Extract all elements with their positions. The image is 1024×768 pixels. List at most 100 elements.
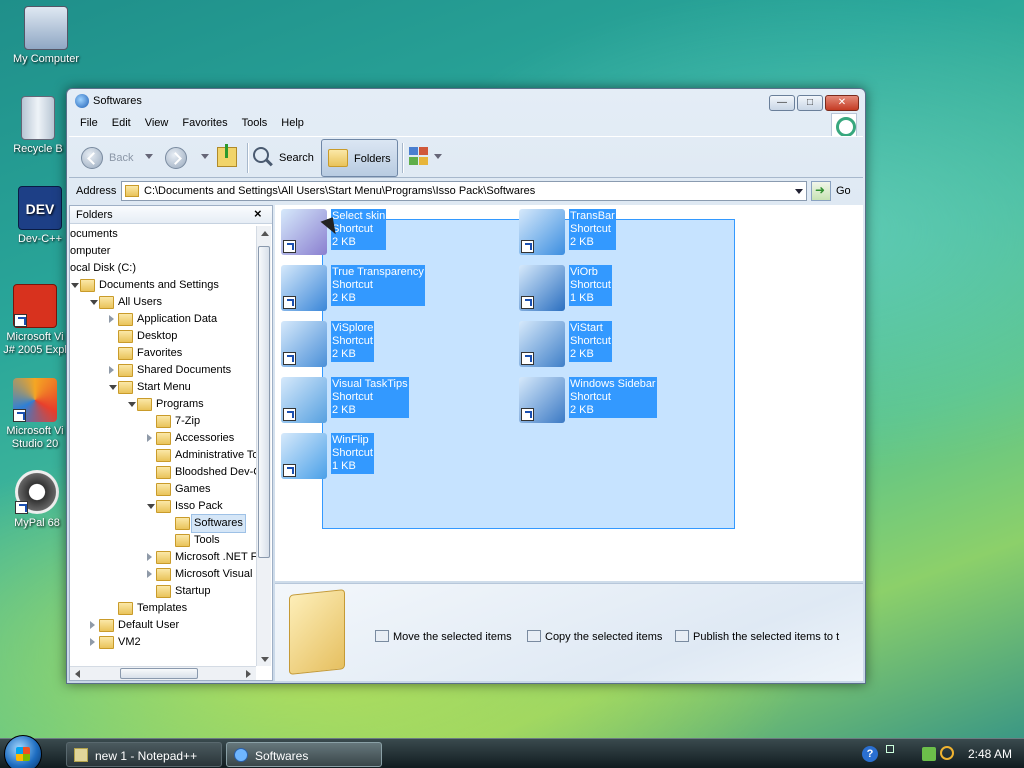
help-icon[interactable]: ? bbox=[862, 746, 878, 762]
title-bar[interactable]: Softwares — □ ✕ bbox=[67, 89, 865, 113]
file-item[interactable]: Visual TaskTips Shortcut 2 KB bbox=[281, 377, 511, 429]
search-tray-icon[interactable] bbox=[940, 746, 954, 760]
tree-node[interactable]: ocuments bbox=[70, 226, 256, 243]
desktop-icon-label: Recycle B bbox=[13, 143, 63, 155]
file-item[interactable]: ViStart Shortcut 2 KB bbox=[519, 321, 749, 373]
views-icon[interactable] bbox=[409, 147, 431, 167]
file-item[interactable]: True Transparency Shortcut 2 KB bbox=[281, 265, 511, 317]
file-item[interactable]: ViSplore Shortcut 2 KB bbox=[281, 321, 511, 373]
scroll-left-icon[interactable] bbox=[75, 670, 80, 678]
search-icon[interactable] bbox=[253, 147, 269, 163]
collapse-icon[interactable] bbox=[109, 385, 117, 390]
tree-node[interactable]: Favorites bbox=[70, 345, 256, 362]
scroll-up-icon[interactable] bbox=[261, 231, 269, 236]
scroll-thumb[interactable] bbox=[120, 668, 198, 679]
taskbar-button-softwares[interactable]: Softwares bbox=[226, 742, 382, 767]
desktop-icon-visual-studio[interactable]: Microsoft Vi Studio 20 bbox=[2, 378, 68, 451]
tree-node[interactable]: Application Data bbox=[70, 311, 256, 328]
move-items-task[interactable]: Move the selected items bbox=[375, 630, 512, 643]
tree-node[interactable]: Microsoft Visual St bbox=[70, 566, 256, 583]
menu-view[interactable]: View bbox=[138, 113, 176, 129]
tree-node[interactable]: omputer bbox=[70, 243, 256, 260]
desktop-icon-mypal[interactable]: MyPal 68 bbox=[4, 470, 70, 530]
tree-node[interactable]: Shared Documents bbox=[70, 362, 256, 379]
desktop-icon-vjsharp[interactable]: Microsoft Vi J# 2005 Expl bbox=[2, 284, 68, 357]
menu-edit[interactable]: Edit bbox=[105, 113, 138, 129]
tree-node[interactable]: Tools bbox=[70, 532, 256, 549]
close-button[interactable]: ✕ bbox=[825, 95, 859, 111]
file-item[interactable]: Windows Sidebar Shortcut 2 KB bbox=[519, 377, 749, 429]
expand-icon[interactable] bbox=[147, 434, 152, 442]
file-item[interactable]: TransBar Shortcut 2 KB bbox=[519, 209, 749, 261]
tree-node[interactable]: 7-Zip bbox=[70, 413, 256, 430]
tree-node[interactable]: Accessories bbox=[70, 430, 256, 447]
tree-node[interactable]: VM2 bbox=[70, 634, 256, 651]
tree-node[interactable]: Isso Pack bbox=[70, 498, 256, 515]
menu-tools[interactable]: Tools bbox=[235, 113, 275, 129]
tree-node[interactable]: Desktop bbox=[70, 328, 256, 345]
expand-icon[interactable] bbox=[109, 366, 114, 374]
forward-dropdown-icon[interactable] bbox=[201, 154, 209, 159]
expand-icon[interactable] bbox=[90, 621, 95, 629]
task-label: Copy the selected items bbox=[545, 631, 663, 643]
tree-node[interactable]: Bloodshed Dev-C+ bbox=[70, 464, 256, 481]
desktop-icon-recycle-bin[interactable]: Recycle B bbox=[4, 96, 72, 156]
file-item[interactable]: Select skin Shortcut 2 KB bbox=[281, 209, 511, 261]
menu-favorites[interactable]: Favorites bbox=[175, 113, 234, 129]
network-icon[interactable] bbox=[922, 747, 936, 761]
close-pane-icon[interactable]: × bbox=[254, 206, 262, 221]
publish-items-task[interactable]: Publish the selected items to t bbox=[675, 630, 861, 643]
clock[interactable]: 2:48 AM bbox=[968, 747, 1012, 761]
folders-button[interactable]: Folders bbox=[321, 139, 398, 177]
menu-file[interactable]: File bbox=[73, 113, 105, 129]
views-dropdown-icon[interactable] bbox=[434, 154, 442, 159]
tree-node[interactable]: Start Menu bbox=[70, 379, 256, 396]
minimize-button[interactable]: — bbox=[769, 95, 795, 111]
horizontal-scrollbar[interactable] bbox=[70, 666, 256, 680]
tree-node[interactable]: Games bbox=[70, 481, 256, 498]
desktop-icon-my-computer[interactable]: My Computer bbox=[6, 6, 86, 66]
vertical-scrollbar[interactable] bbox=[256, 226, 271, 666]
expand-icon[interactable] bbox=[109, 315, 114, 323]
address-dropdown-icon[interactable] bbox=[795, 189, 803, 194]
tree-node[interactable]: Microsoft .NET Fra bbox=[70, 549, 256, 566]
up-folder-icon[interactable] bbox=[217, 144, 237, 167]
expand-icon[interactable] bbox=[147, 553, 152, 561]
copy-items-task[interactable]: Copy the selected items bbox=[527, 630, 662, 643]
back-button[interactable] bbox=[81, 147, 103, 169]
scroll-right-icon[interactable] bbox=[246, 670, 251, 678]
tree-node[interactable]: Softwares bbox=[70, 514, 256, 533]
tree-node[interactable]: All Users bbox=[70, 294, 256, 311]
tree-node-label: ocal Disk (C:) bbox=[70, 262, 137, 274]
file-list[interactable]: Select skin Shortcut 2 KB TransBar Shortcut 2… bbox=[275, 205, 863, 581]
expand-icon[interactable] bbox=[90, 638, 95, 646]
taskbar-button-notepad[interactable]: new 1 - Notepad++ bbox=[66, 742, 222, 767]
menu-help[interactable]: Help bbox=[274, 113, 311, 129]
forward-button[interactable] bbox=[165, 147, 187, 169]
collapse-icon[interactable] bbox=[147, 504, 155, 509]
address-input[interactable]: C:\Documents and Settings\All Users\Star… bbox=[121, 181, 807, 201]
tree-node[interactable]: Default User bbox=[70, 617, 256, 634]
search-label[interactable]: Search bbox=[279, 152, 314, 164]
expand-icon[interactable] bbox=[147, 570, 152, 578]
file-item[interactable]: WinFlip Shortcut 1 KB bbox=[281, 433, 511, 485]
go-label[interactable]: Go bbox=[836, 185, 851, 197]
start-button[interactable] bbox=[4, 735, 42, 768]
tree-node[interactable]: Templates bbox=[70, 600, 256, 617]
tree-node[interactable]: Programs bbox=[70, 396, 256, 413]
go-button[interactable] bbox=[811, 181, 831, 201]
show-desktop-icon[interactable] bbox=[886, 745, 894, 753]
scroll-down-icon[interactable] bbox=[261, 657, 269, 662]
collapse-icon[interactable] bbox=[71, 283, 79, 288]
collapse-icon[interactable] bbox=[90, 300, 98, 305]
maximize-button[interactable]: □ bbox=[797, 95, 823, 111]
back-label[interactable]: Back bbox=[109, 152, 133, 164]
scroll-thumb[interactable] bbox=[258, 246, 270, 558]
tree-node[interactable]: Startup bbox=[70, 583, 256, 600]
tree-node[interactable]: Administrative Too bbox=[70, 447, 256, 464]
tree-node[interactable]: ocal Disk (C:) bbox=[70, 260, 256, 277]
back-dropdown-icon[interactable] bbox=[145, 154, 153, 159]
tree-node[interactable]: Documents and Settings bbox=[70, 277, 256, 294]
file-item[interactable]: ViOrb Shortcut 1 KB bbox=[519, 265, 749, 317]
collapse-icon[interactable] bbox=[128, 402, 136, 407]
